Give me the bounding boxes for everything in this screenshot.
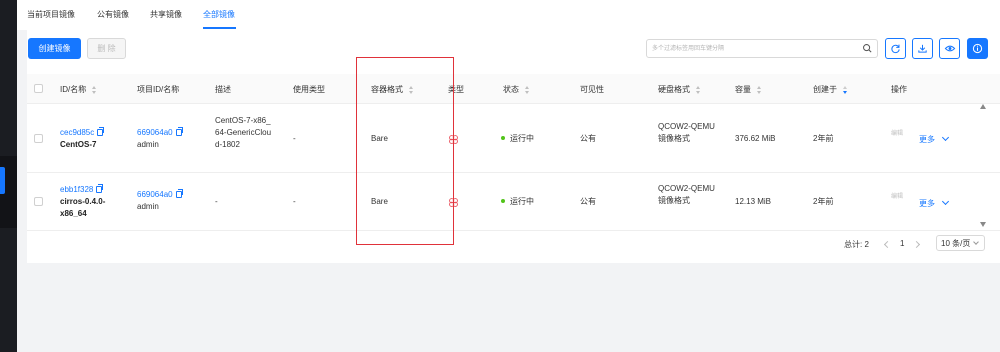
created-cell: 2年前 <box>813 197 834 206</box>
row-checkbox[interactable] <box>34 197 43 206</box>
chevron-down-icon <box>941 133 950 142</box>
status-dot <box>501 199 505 203</box>
project-cell: 669064a0 admin <box>137 127 183 151</box>
info-icon <box>972 43 983 54</box>
description-cell: CentOS-7-x86_64-GenericCloud-1802 <box>215 116 272 149</box>
edit-action[interactable]: 编辑 <box>891 191 903 203</box>
download-icon <box>918 44 927 53</box>
copy-icon[interactable] <box>97 127 105 136</box>
tab-public-images[interactable]: 公有镜像 <box>97 9 129 20</box>
image-id-link[interactable]: cec9d85c <box>60 128 94 137</box>
usage-type-cell: - <box>293 134 296 143</box>
search-input[interactable] <box>647 40 852 57</box>
tab-current-project-images[interactable]: 当前项目镜像 <box>27 9 75 20</box>
visibility-cell: 公有 <box>580 134 596 143</box>
column-header-description: 描述 <box>215 85 231 94</box>
table-row: ebb1f328 cirros-0.4.0-x86_64 669064a0 ad… <box>27 173 1000 231</box>
pagination-total: 总计: 2 <box>844 240 869 249</box>
edit-action[interactable]: 编辑 <box>891 128 903 140</box>
project-cell: 669064a0 admin <box>137 189 183 213</box>
info-button[interactable] <box>967 38 988 59</box>
table-row: cec9d85c CentOS-7 669064a0 admin CentOS-… <box>27 105 1000 173</box>
created-cell: 2年前 <box>813 134 834 143</box>
delete-button[interactable]: 删 除 <box>87 38 126 59</box>
sort-icon[interactable] <box>525 85 530 94</box>
chevron-down-icon <box>941 197 950 206</box>
more-actions-dropdown[interactable]: 更多 <box>919 197 950 210</box>
image-id-cell: cec9d85c CentOS-7 <box>60 127 105 151</box>
images-panel: 创建镜像 删 除 多个过滤标签用回车键分隔 ID/名称 项目ID/名称 描述 使… <box>27 30 1000 263</box>
project-name: admin <box>137 202 159 211</box>
column-header-size[interactable]: 容量 <box>735 84 762 95</box>
search-box[interactable] <box>646 39 878 58</box>
chevron-down-icon <box>973 238 980 245</box>
image-id-cell: ebb1f328 cirros-0.4.0-x86_64 <box>60 184 118 220</box>
copy-icon[interactable] <box>175 189 183 198</box>
download-button[interactable] <box>912 38 933 59</box>
sort-desc-icon[interactable] <box>843 85 848 94</box>
status-dot <box>501 136 505 140</box>
status-cell: 运行中 <box>501 196 534 208</box>
column-visibility-button[interactable] <box>939 38 960 59</box>
column-header-id-name[interactable]: ID/名称 <box>60 84 97 95</box>
eye-icon <box>944 45 955 52</box>
description-cell: - <box>215 197 218 206</box>
column-header-status[interactable]: 状态 <box>503 84 530 95</box>
page-size-select[interactable]: 10 条/页 <box>936 235 985 251</box>
project-id-link[interactable]: 669064a0 <box>137 190 173 199</box>
scroll-down-arrow[interactable] <box>980 222 986 227</box>
scroll-up-arrow[interactable] <box>980 104 986 109</box>
image-tabs: 当前项目镜像 公有镜像 共享镜像 全部镜像 <box>17 0 1000 30</box>
select-all-checkbox[interactable] <box>34 84 43 93</box>
highlight-box <box>356 57 454 245</box>
more-actions-dropdown[interactable]: 更多 <box>919 133 950 146</box>
column-header-disk-format[interactable]: 硬盘格式 <box>658 84 701 95</box>
sort-icon[interactable] <box>92 85 97 94</box>
copy-icon[interactable] <box>175 127 183 136</box>
table-header: ID/名称 项目ID/名称 描述 使用类型 容器格式 类型 状态 可见性 硬盘格… <box>27 74 1000 104</box>
tab-shared-images[interactable]: 共享镜像 <box>150 9 182 20</box>
visibility-cell: 公有 <box>580 197 596 206</box>
disk-format-cell: QCOW2-QEMU 镜像格式 <box>658 122 715 143</box>
size-cell: 376.62 MiB <box>735 134 776 143</box>
status-cell: 运行中 <box>501 133 534 145</box>
main-area: 当前项目镜像 公有镜像 共享镜像 全部镜像 创建镜像 删 除 多个过滤标签用回车… <box>17 0 1000 352</box>
column-header-actions: 操作 <box>891 85 907 94</box>
create-image-button[interactable]: 创建镜像 <box>28 38 81 59</box>
active-tab-underline <box>203 27 236 29</box>
column-header-usage-type: 使用类型 <box>293 85 325 94</box>
tab-all-images[interactable]: 全部镜像 <box>203 9 235 20</box>
image-name: cirros-0.4.0-x86_64 <box>60 197 106 218</box>
sort-icon[interactable] <box>696 85 701 94</box>
column-header-created[interactable]: 创建于 <box>813 84 848 95</box>
column-header-visibility: 可见性 <box>580 85 604 94</box>
disk-format-cell: QCOW2-QEMU 镜像格式 <box>658 184 715 205</box>
column-header-project: 项目ID/名称 <box>137 85 180 94</box>
size-cell: 12.13 MiB <box>735 197 772 206</box>
left-nav-bar <box>0 0 17 352</box>
project-name: admin <box>137 140 159 149</box>
left-nav-active-indicator[interactable] <box>0 167 5 194</box>
page-number-current[interactable]: 1 <box>900 239 904 248</box>
usage-type-cell: - <box>293 197 296 206</box>
copy-icon[interactable] <box>96 184 104 193</box>
image-id-link[interactable]: ebb1f328 <box>60 185 93 194</box>
prev-page-icon[interactable] <box>883 240 892 249</box>
image-name: CentOS-7 <box>60 140 97 149</box>
next-page-icon[interactable] <box>912 240 921 249</box>
search-icon[interactable] <box>862 43 873 54</box>
row-checkbox[interactable] <box>34 134 43 143</box>
refresh-icon <box>891 44 900 54</box>
project-id-link[interactable]: 669064a0 <box>137 128 173 137</box>
refresh-button[interactable] <box>885 38 906 59</box>
sort-icon[interactable] <box>757 85 762 94</box>
